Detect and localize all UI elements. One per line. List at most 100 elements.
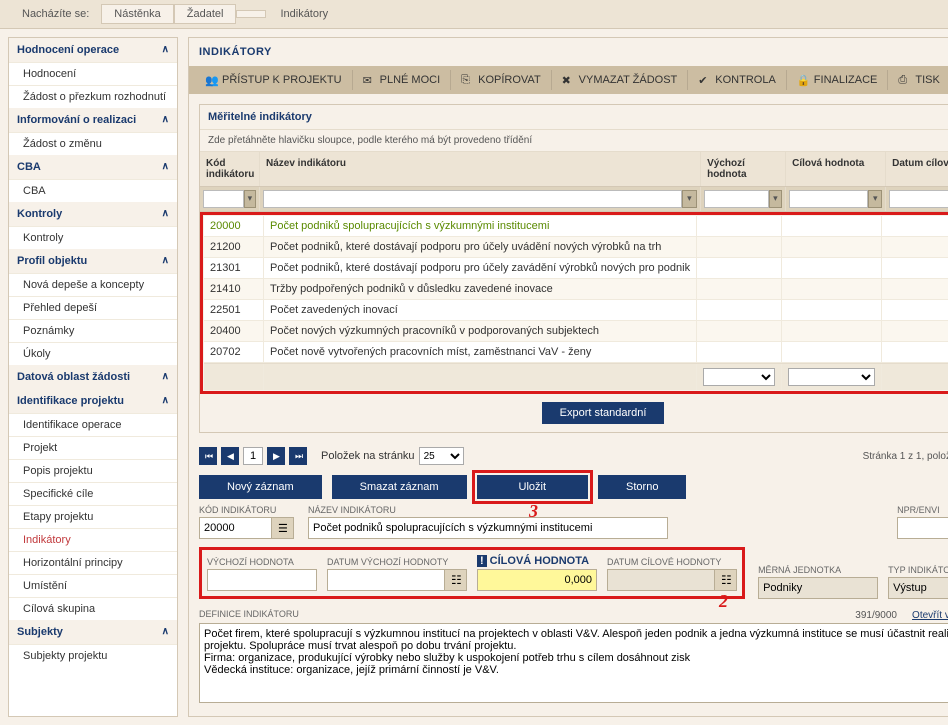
col-header[interactable]: Cílová hodnota <box>786 152 886 186</box>
grid-filter-row: ▾ ▾ ▾ ▾ ▾ <box>200 187 948 212</box>
sidebar-group-header[interactable]: Identifikace projektu∧ <box>9 389 177 413</box>
dcil-input[interactable] <box>607 569 715 591</box>
sidebar-group-header[interactable]: Hodnocení operace∧ <box>9 38 177 62</box>
grid-highlight-1: 20000Počet podniků spolupracujících s vý… <box>200 212 948 394</box>
cancel-button[interactable]: Storno <box>598 475 686 499</box>
sidebar-item[interactable]: Poznámky <box>9 319 177 342</box>
pager-first-icon[interactable]: ⏮ <box>199 447 217 465</box>
sidebar-item[interactable]: Přehled depeší <box>9 296 177 319</box>
sidebar-group-header[interactable]: Kontroly∧ <box>9 202 177 226</box>
dvych-input[interactable] <box>327 569 445 591</box>
npr-input[interactable] <box>897 517 948 539</box>
chevron-up-icon: ∧ <box>162 626 169 638</box>
col-header[interactable]: Název indikátoru <box>260 152 701 186</box>
sidebar-item[interactable]: Kontroly <box>9 226 177 249</box>
sidebar-group-header[interactable]: Subjekty∧ <box>9 620 177 644</box>
filter-icon[interactable]: ▾ <box>244 190 256 208</box>
kod-input[interactable] <box>199 517 272 539</box>
save-button[interactable]: Uložit <box>477 475 589 499</box>
vych-input[interactable] <box>207 569 317 591</box>
delete-button[interactable]: Smazat záznam <box>332 475 467 499</box>
toolbar-item[interactable]: 👥 PŘÍSTUP K PROJEKTU <box>195 70 353 90</box>
toolbar-item[interactable]: 🔒FINALIZACE <box>787 70 889 90</box>
sidebar-item[interactable]: Nová depeše a koncepty <box>9 273 177 296</box>
sidebar-item[interactable]: Žádost o změnu <box>9 132 177 155</box>
table-row[interactable]: 21200Počet podniků, které dostávají podp… <box>204 237 948 258</box>
pager-prev-icon[interactable]: ◀ <box>221 447 239 465</box>
sidebar-group-header[interactable]: Datová oblast žádosti∧ <box>9 365 177 389</box>
breadcrumb-item[interactable]: Nástěnka <box>101 4 173 24</box>
sidebar-group-header[interactable]: Informování o realizaci∧ <box>9 108 177 132</box>
x-icon: ✖ <box>562 74 574 86</box>
grid-header: Kód indikátoru Název indikátoru Výchozí … <box>200 152 948 187</box>
sidebar-item[interactable]: Hodnocení <box>9 62 177 85</box>
calendar-icon[interactable]: ☷ <box>715 569 737 591</box>
toolbar-label: PŘÍSTUP K PROJEKTU <box>222 74 342 86</box>
table-row[interactable]: 22501Počet zavedených inovací <box>204 300 948 321</box>
toolbar-item[interactable]: ✖VYMAZAT ŽÁDOST <box>552 70 689 90</box>
action-row: Nový záznam Smazat záznam Uložit Storno <box>199 469 948 505</box>
sidebar-item[interactable]: Horizontální principy <box>9 551 177 574</box>
footer-select[interactable] <box>788 368 875 386</box>
def-textarea[interactable] <box>199 623 948 703</box>
export-button[interactable]: Export standardní <box>542 402 665 424</box>
sidebar-item[interactable]: Indikátory <box>9 528 177 551</box>
sidebar-item[interactable]: Specifické cíle <box>9 482 177 505</box>
pager-next-icon[interactable]: ▶ <box>267 447 285 465</box>
sidebar-group-header[interactable]: CBA∧ <box>9 155 177 179</box>
sidebar-item[interactable]: Subjekty projektu <box>9 644 177 667</box>
copy-icon: ⎘ <box>461 74 473 86</box>
sidebar-group-header[interactable]: Profil objektu∧ <box>9 249 177 273</box>
sidebar-item[interactable]: Etapy projektu <box>9 505 177 528</box>
col-header[interactable]: Datum cílové hodnoty <box>886 152 948 186</box>
breadcrumb-current: Indikátory <box>266 5 340 23</box>
filter-input[interactable] <box>263 190 682 208</box>
table-row[interactable]: 20400Počet nových výzkumných pracovníků … <box>204 321 948 342</box>
col-header[interactable]: Výchozí hodnota <box>701 152 786 186</box>
sidebar-item[interactable]: Identifikace operace <box>9 413 177 436</box>
toolbar-item[interactable]: ⎙TISK <box>888 70 948 90</box>
filter-input[interactable] <box>203 190 244 208</box>
sidebar-item[interactable]: Žádost o přezkum rozhodnutí <box>9 85 177 108</box>
cil-input[interactable] <box>477 569 597 591</box>
sidebar-item[interactable]: Cílová skupina <box>9 597 177 620</box>
filter-icon[interactable]: ▾ <box>769 190 782 208</box>
table-row[interactable]: 21410Tržby podpořených podniků v důsledk… <box>204 279 948 300</box>
col-header[interactable]: Kód indikátoru <box>200 152 260 186</box>
calendar-icon[interactable]: ☷ <box>445 569 467 591</box>
filter-input[interactable] <box>704 190 769 208</box>
toolbar-item[interactable]: ⎘KOPÍROVAT <box>451 70 552 90</box>
table-row[interactable]: 20000Počet podniků spolupracujících s vý… <box>204 216 948 237</box>
grid-subtitle: Zde přetáhněte hlavičku sloupce, podle k… <box>200 130 948 152</box>
sidebar-item[interactable]: Úkoly <box>9 342 177 365</box>
toolbar-item[interactable]: ✉PLNÉ MOCI <box>353 70 452 90</box>
filter-input[interactable] <box>789 190 868 208</box>
npr-label: NPR/ENVI <box>897 505 948 515</box>
pager-last-icon[interactable]: ⏭ <box>289 447 307 465</box>
naz-input[interactable] <box>308 517 668 539</box>
pager-info: Stránka 1 z 1, položky 1 až 7 z 7 <box>863 451 948 462</box>
toolbar-item[interactable]: ✔KONTROLA <box>688 70 787 90</box>
table-row[interactable]: 20702Počet nově vytvořených pracovních m… <box>204 342 948 363</box>
table-row[interactable]: 21301Počet podniků, které dostávají podp… <box>204 258 948 279</box>
new-button[interactable]: Nový záznam <box>199 475 322 499</box>
footer-select[interactable] <box>703 368 775 386</box>
toolbar-label: KONTROLA <box>715 74 776 86</box>
sidebar-item[interactable]: Umístění <box>9 574 177 597</box>
lookup-icon[interactable]: ☰ <box>272 517 294 539</box>
pager-items-select[interactable]: 25 <box>419 447 464 465</box>
sidebar-item[interactable]: CBA <box>9 179 177 202</box>
sidebar-item[interactable]: Projekt <box>9 436 177 459</box>
filter-input[interactable] <box>889 190 948 208</box>
sidebar-item[interactable]: Popis projektu <box>9 459 177 482</box>
kod-label: KÓD INDIKÁTORU <box>199 505 294 515</box>
breadcrumb-item[interactable]: Žadatel <box>174 4 237 24</box>
annotation-3: 3 <box>529 501 538 522</box>
filter-icon[interactable]: ▾ <box>682 190 698 208</box>
users-icon: 👥 <box>205 74 217 86</box>
dcil-label: DATUM CÍLOVÉ HODNOTY <box>607 557 737 567</box>
main-panel: INDIKÁTORY 👥PŘÍSTUP K PROJEKTU✉PLNÉ MOCI… <box>188 37 948 717</box>
filter-icon[interactable]: ▾ <box>868 190 882 208</box>
breadcrumb-item[interactable] <box>236 10 266 18</box>
pager-page-input[interactable] <box>243 447 263 465</box>
